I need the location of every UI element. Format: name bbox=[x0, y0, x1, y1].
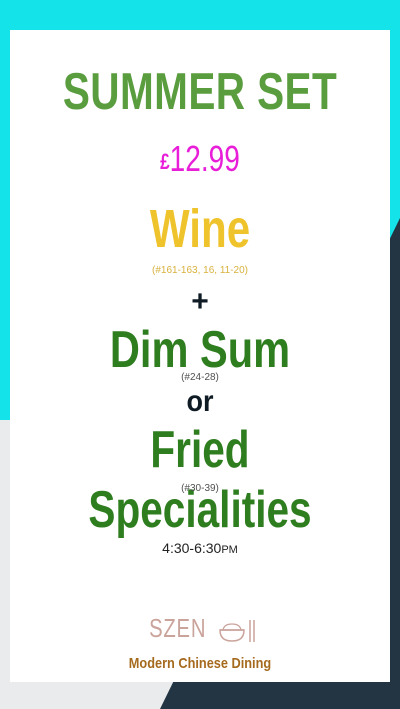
brand-logo: SZEN bbox=[10, 612, 390, 644]
wine-heading: Wine bbox=[149, 199, 251, 259]
menu-card: SUMMER SET £12.99 Wine (#161-163, 16, 11… bbox=[10, 30, 390, 682]
rice-bowl-chopsticks-icon bbox=[219, 620, 255, 642]
fried-specialities-range: (#30-39) bbox=[181, 483, 219, 494]
price-amount: 12.99 bbox=[169, 138, 240, 179]
fried-specialities-heading: Fried Specialities bbox=[88, 421, 312, 539]
dim-sum-range: (#24-28) bbox=[181, 372, 219, 383]
brand-name: SZEN bbox=[148, 613, 207, 643]
price-currency: £ bbox=[160, 149, 170, 174]
promo-title: SUMMER SET bbox=[62, 63, 338, 121]
wine-range: (#161-163, 16, 11-20) bbox=[152, 265, 248, 276]
time-window: 4:30-6:30PM bbox=[10, 540, 390, 556]
plus-sign: + bbox=[191, 285, 209, 318]
dim-sum-heading: Dim Sum bbox=[109, 321, 291, 379]
or-text: or bbox=[186, 385, 214, 418]
brand-tagline: Modern Chinese Dining bbox=[128, 655, 272, 672]
price: £12.99 bbox=[52, 138, 348, 180]
time-suffix: PM bbox=[221, 544, 238, 556]
time-hours: 4:30-6:30 bbox=[162, 540, 222, 556]
